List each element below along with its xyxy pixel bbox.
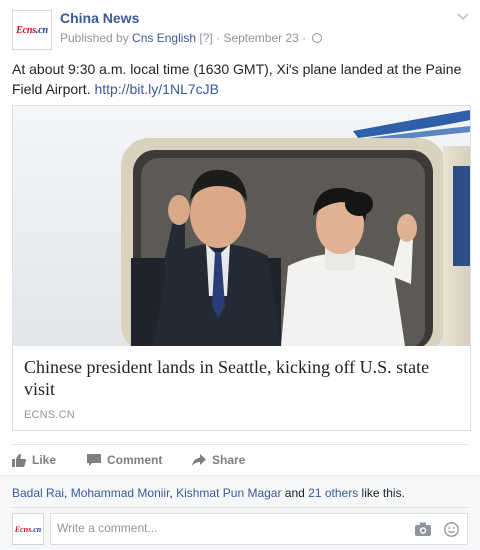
post-text: At about 9:30 a.m. local time (1630 GMT)… [12,61,462,97]
ecns-logo-small: Ecns.cn [14,524,42,534]
share-label: Share [212,453,246,467]
liker-link-3[interactable]: Kishmat Pun Magar [176,486,281,500]
likes-summary: Badal Rai, Mohammad Moniir, Kishmat Pun … [12,486,405,500]
footer-divider [12,507,468,508]
ecns-logo: Ecns.cn [16,24,48,36]
facebook-post: Ecns.cn China News Published by Cns Engl… [0,0,480,550]
post-link[interactable]: http://bit.ly/1NL7cJB [94,81,219,97]
chevron-down-icon[interactable] [456,10,470,24]
share-icon [192,453,206,466]
commenter-avatar: Ecns.cn [12,513,44,545]
others-link[interactable]: 21 others [308,486,358,500]
post-meta: Published by Cns English [?] · September… [60,31,322,45]
comment-icon [87,453,101,466]
link-preview-card[interactable]: Chinese president lands in Seattle, kick… [12,105,471,431]
page-avatar[interactable]: Ecns.cn [12,10,52,50]
publisher-link[interactable]: Cns English [132,31,196,45]
liker-link-1[interactable]: Badal Rai [12,486,64,500]
card-title[interactable]: Chinese president lands in Seattle, kick… [24,356,464,400]
comment-label: Comment [107,453,163,467]
like-button[interactable]: Like [12,453,56,467]
emoji-icon[interactable] [444,522,459,537]
camera-icon[interactable] [415,522,431,536]
like-label: Like [32,453,57,467]
post-footer: Badal Rai, Mohammad Moniir, Kishmat Pun … [0,475,480,550]
published-by-label: Published by [60,31,133,45]
liker-link-2[interactable]: Mohammad Moniir [71,486,170,500]
comment-button[interactable]: Comment [87,453,162,467]
comment-input[interactable] [57,521,397,535]
share-button[interactable]: Share [192,453,245,467]
comment-box[interactable] [50,513,468,545]
post-actions: Like Comment Share [12,444,468,474]
preview-photo [13,106,470,346]
page-name-link[interactable]: China News [60,10,139,26]
like-icon [12,453,26,467]
help-marker[interactable]: [?] [196,31,212,45]
card-source: ECNS.CN [24,409,75,421]
post-date[interactable]: September 23 [223,31,298,45]
globe-icon [311,33,322,43]
